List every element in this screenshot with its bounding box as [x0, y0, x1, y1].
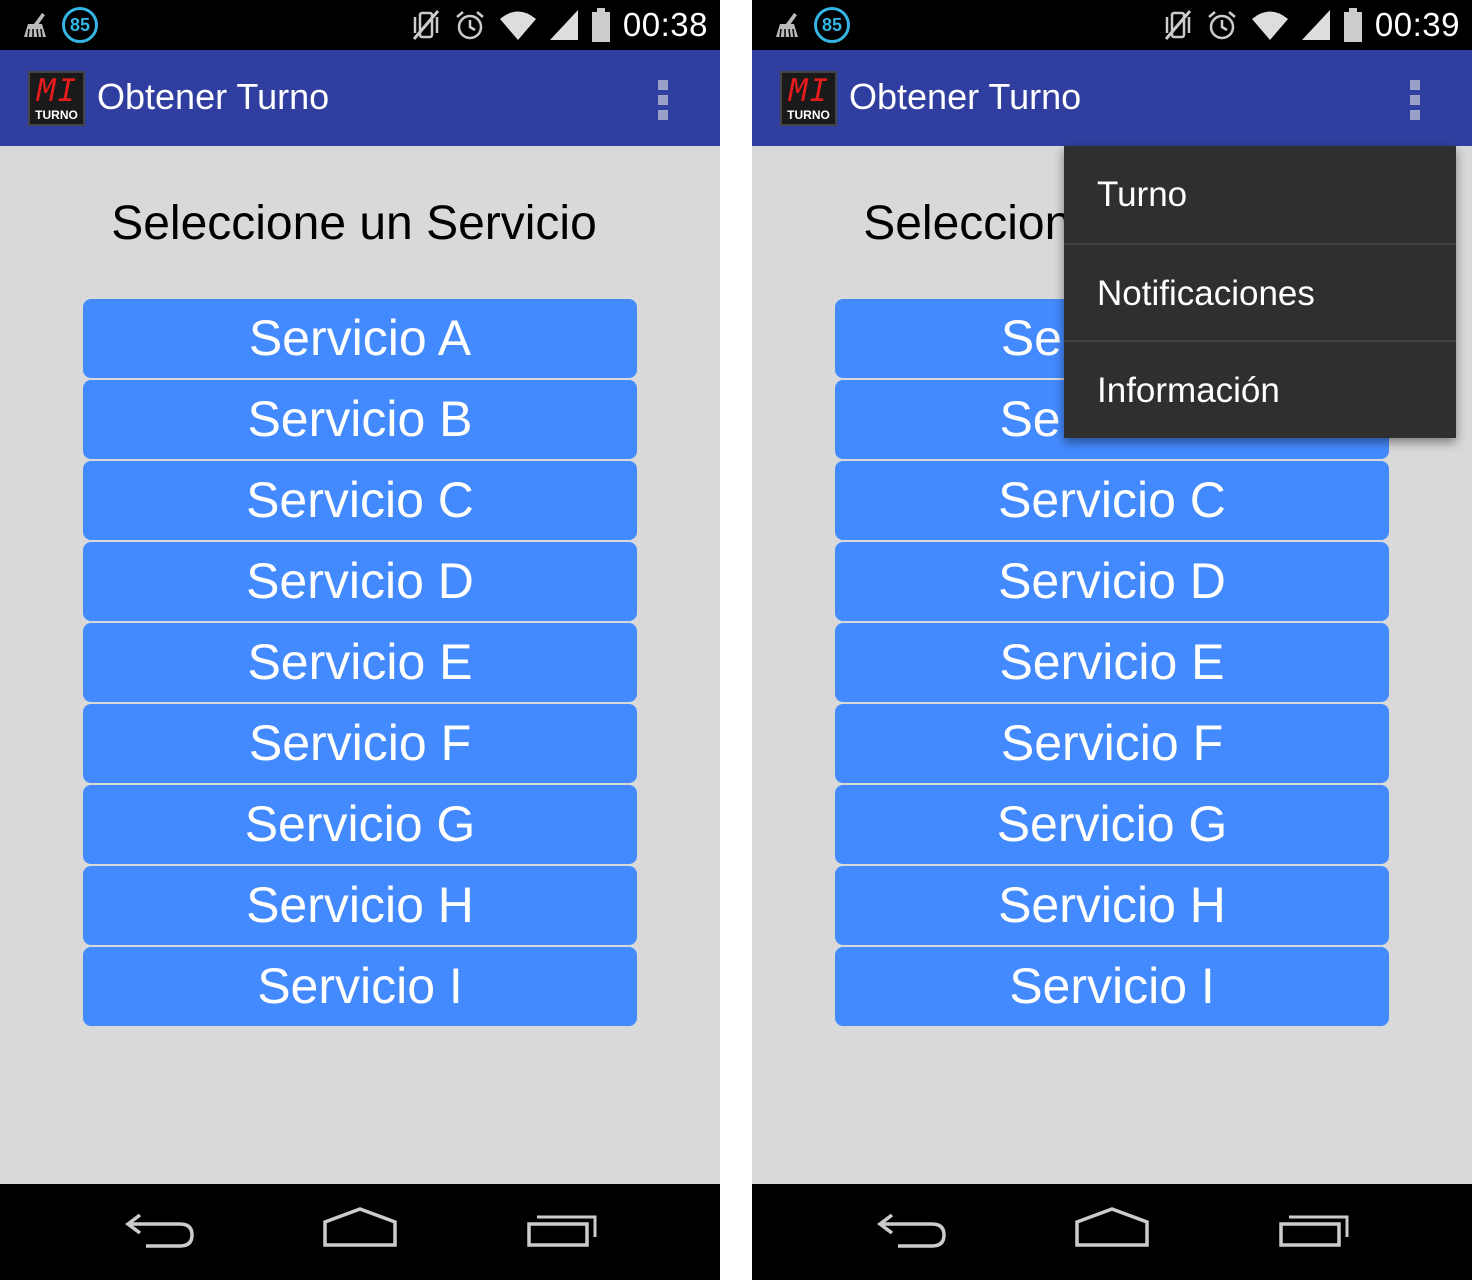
service-button-c[interactable]: Servicio C: [83, 461, 637, 540]
service-button-g[interactable]: Servicio G: [835, 785, 1389, 864]
service-button-d[interactable]: Servicio D: [83, 542, 637, 621]
status-bar: 85 00:39: [752, 0, 1472, 50]
page-heading: Seleccione un Servicio: [111, 197, 597, 250]
logo-label: TURNO: [35, 108, 78, 122]
overflow-dot-icon: [1410, 95, 1420, 105]
overflow-dot-icon: [1410, 110, 1420, 120]
menu-item-turno[interactable]: Turno: [1064, 146, 1456, 243]
service-button-h[interactable]: Servicio H: [835, 866, 1389, 945]
status-time: 00:38: [622, 6, 708, 43]
service-button-b[interactable]: Servicio B: [83, 380, 637, 459]
overflow-menu-button[interactable]: [646, 78, 680, 122]
logo-mark: MI: [788, 73, 831, 109]
service-button-i[interactable]: Servicio I: [835, 947, 1389, 1026]
app-bar: MI TURNO Obtener Turno: [0, 50, 720, 146]
service-button-f[interactable]: Servicio F: [83, 704, 637, 783]
service-button-e[interactable]: Servicio E: [83, 623, 637, 702]
app-title: Obtener Turno: [849, 76, 1082, 117]
service-button-g[interactable]: Servicio G: [83, 785, 637, 864]
status-time: 00:39: [1374, 6, 1460, 43]
back-icon[interactable]: [120, 1204, 200, 1254]
overflow-dot-icon: [658, 80, 668, 90]
service-button-c[interactable]: Servicio C: [835, 461, 1389, 540]
notification-85-icon: 85: [814, 7, 850, 43]
notification-85-icon: 85: [62, 7, 98, 43]
home-icon[interactable]: [320, 1204, 400, 1254]
app-bar: MI TURNO Obtener Turno: [752, 50, 1472, 146]
vibrate-off-icon: [1164, 10, 1192, 40]
service-button-e[interactable]: Servicio E: [835, 623, 1389, 702]
menu-item-informacion[interactable]: Información: [1064, 340, 1456, 437]
service-button-d[interactable]: Servicio D: [835, 542, 1389, 621]
menu-item-notificaciones[interactable]: Notificaciones: [1064, 243, 1456, 340]
overflow-dot-icon: [1410, 80, 1420, 90]
alarm-icon: [456, 11, 484, 40]
service-button-i[interactable]: Servicio I: [83, 947, 637, 1026]
vibrate-off-icon: [412, 10, 440, 40]
service-button-a[interactable]: Servicio A: [83, 299, 637, 378]
service-list: Servicio A Servicio B Servicio C Servici…: [83, 299, 637, 1028]
app-title: Obtener Turno: [97, 76, 330, 117]
logo-label: TURNO: [787, 108, 830, 122]
service-button-h[interactable]: Servicio H: [83, 866, 637, 945]
wifi-icon: [499, 11, 536, 40]
service-button-f[interactable]: Servicio F: [835, 704, 1389, 783]
battery-icon: [1343, 8, 1362, 42]
phone-screen-left: 85 00:38 MI TURNO Obtener Turno Seleccio…: [0, 0, 720, 1280]
recent-apps-icon[interactable]: [1274, 1204, 1354, 1254]
overflow-dot-icon: [658, 110, 668, 120]
signal-icon: [549, 10, 578, 40]
app-logo: MI TURNO: [780, 71, 837, 126]
navigation-bar: [0, 1184, 720, 1280]
phone-screen-right: 85 00:39 MI TURNO Obtener Turno Seleccio…: [752, 0, 1472, 1280]
app-logo: MI TURNO: [28, 71, 85, 126]
back-icon[interactable]: [872, 1204, 952, 1254]
home-icon[interactable]: [1072, 1204, 1152, 1254]
wifi-icon: [1251, 11, 1288, 40]
battery-icon: [591, 8, 610, 42]
overflow-menu-button[interactable]: [1398, 78, 1432, 122]
main-content: Seleccione un Servicio Servicio A Servic…: [0, 146, 720, 1184]
overflow-popup-menu: Turno Notificaciones Información: [1064, 146, 1456, 438]
recent-apps-icon[interactable]: [522, 1204, 602, 1254]
status-bar: 85 00:38: [0, 0, 720, 50]
navigation-bar: [752, 1184, 1472, 1280]
signal-icon: [1301, 10, 1330, 40]
overflow-dot-icon: [658, 95, 668, 105]
cleaner-icon: [776, 13, 798, 38]
cleaner-icon: [24, 13, 46, 38]
alarm-icon: [1208, 11, 1236, 40]
logo-mark: MI: [36, 73, 79, 109]
